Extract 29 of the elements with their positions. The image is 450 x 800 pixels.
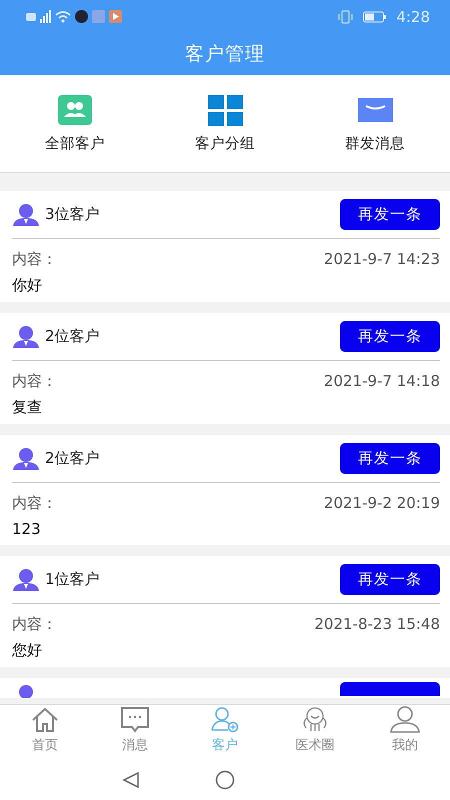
tab-label[interactable]: 首页 bbox=[32, 736, 58, 754]
recipient-count: 3位客户 bbox=[45, 205, 101, 224]
message-content: 123 bbox=[12, 520, 41, 538]
message-content: 复查 bbox=[12, 398, 42, 416]
resend-button[interactable]: 再发一条 bbox=[340, 443, 440, 474]
sent-time: 2021-9-7 14:23 bbox=[324, 250, 440, 269]
resend-button[interactable]: 再发一条 bbox=[340, 564, 440, 595]
sent-time: 2021-9-2 20:19 bbox=[324, 494, 440, 513]
message-content: 您好 bbox=[12, 641, 42, 659]
recipient-count: 2位客户 bbox=[45, 449, 101, 468]
sent-time: 2021-9-7 14:18 bbox=[324, 372, 440, 391]
shortcut-label[interactable]: 群发消息 bbox=[345, 134, 405, 152]
content-label: 内容： bbox=[12, 615, 57, 634]
sent-time: 2021-8-23 15:48 bbox=[314, 615, 440, 634]
content-label: 内容： bbox=[12, 250, 57, 269]
content-label: 内容： bbox=[12, 494, 57, 513]
resend-button[interactable]: 再发一条 bbox=[340, 199, 440, 230]
resend-button[interactable]: 再发一条 bbox=[340, 321, 440, 352]
clock-time: 4:28 bbox=[396, 8, 430, 26]
tab-label[interactable]: 我的 bbox=[392, 736, 418, 754]
shortcut-label[interactable]: 客户分组 bbox=[195, 134, 255, 152]
recipient-count: 2位客户 bbox=[45, 327, 101, 346]
tab-label[interactable]: 医术圈 bbox=[296, 736, 334, 754]
recipient-count: 1位客户 bbox=[45, 570, 101, 589]
tab-label[interactable]: 消息 bbox=[122, 736, 148, 754]
shortcut-label[interactable]: 全部客户 bbox=[45, 134, 105, 152]
content-label: 内容： bbox=[12, 372, 57, 391]
message-content: 你好 bbox=[12, 276, 42, 294]
page-title: 客户管理 bbox=[185, 42, 265, 67]
